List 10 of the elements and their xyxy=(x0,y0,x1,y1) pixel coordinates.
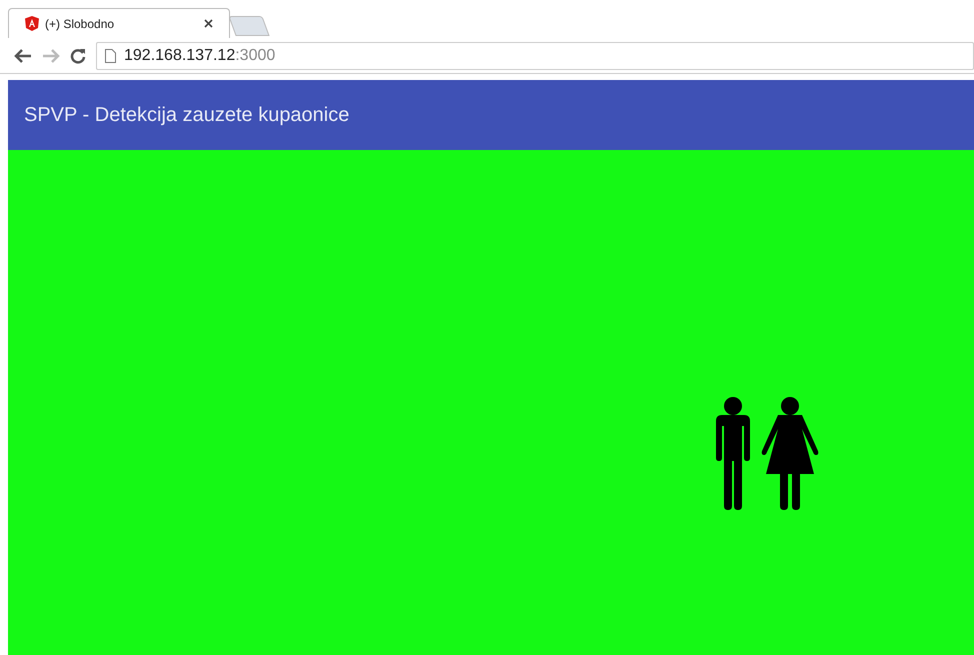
close-icon[interactable] xyxy=(204,19,213,28)
page-icon xyxy=(105,48,116,62)
address-bar[interactable]: 192.168.137.12:3000 xyxy=(96,42,974,70)
back-arrow-icon[interactable] xyxy=(14,48,32,62)
tab-title: (+) Slobodno xyxy=(45,16,116,32)
browser-tab[interactable]: (+) Slobodno xyxy=(8,8,230,38)
app-title: SPVP - Detekcija zauzete kupaonice xyxy=(24,103,350,128)
shield-logo-icon xyxy=(25,16,39,31)
reload-icon[interactable] xyxy=(70,48,86,64)
url-text: 192.168.137.12:3000 xyxy=(124,46,276,66)
